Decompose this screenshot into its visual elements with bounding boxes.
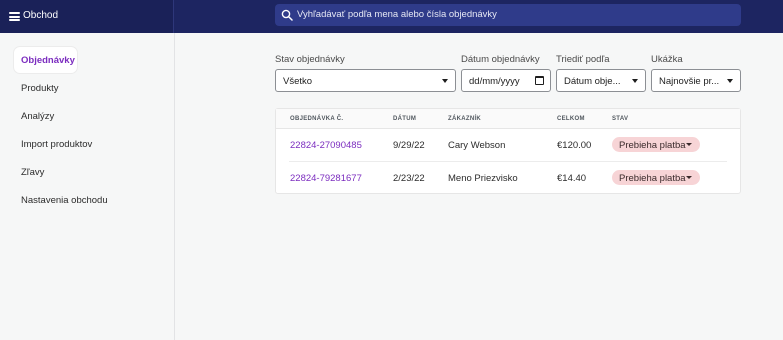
status-badge-label: Prebieha platba [619, 172, 686, 184]
sidebar-item-product-import[interactable]: Import produktov [21, 139, 92, 150]
status-filter-select[interactable]: Všetko [275, 69, 456, 92]
status-badge[interactable]: Prebieha platba [612, 137, 700, 152]
main-content: Stav objednávky Všetko Dátum objednávky … [175, 33, 783, 340]
order-number-link[interactable]: 22824-79281677 [290, 173, 362, 184]
chevron-down-icon [442, 79, 448, 83]
table-row[interactable]: 22824-79281677 2/23/22 Meno Priezvisko €… [289, 162, 727, 195]
order-customer: Cary Webson [448, 140, 506, 151]
search-placeholder: Vyhľadávať podľa mena alebo čísla objedn… [297, 9, 497, 20]
order-total: €14.40 [557, 173, 587, 184]
order-date: 2/23/22 [393, 173, 425, 184]
status-badge-label: Prebieha platba [619, 139, 686, 151]
chevron-down-icon [686, 176, 692, 179]
order-date: 9/29/22 [393, 140, 425, 151]
hamburger-menu-icon[interactable] [9, 12, 20, 21]
order-customer: Meno Priezvisko [448, 173, 518, 184]
sort-value: Dátum obje... [564, 76, 621, 87]
chevron-down-icon [727, 79, 733, 83]
orders-table: OBJEDNÁVKA Č. DÁTUM ZÁKAZNÍK CELKOM STAV… [275, 108, 741, 194]
order-number-link[interactable]: 22824-27090485 [290, 140, 362, 151]
sidebar-item-orders[interactable]: Objednávky [21, 55, 75, 66]
column-header-date[interactable]: DÁTUM [393, 116, 416, 122]
calendar-icon[interactable] [535, 76, 544, 85]
sort-filter-label: Triediť podľa [556, 54, 610, 65]
status-badge[interactable]: Prebieha platba [612, 170, 700, 185]
order-total: €120.00 [557, 140, 592, 151]
search-icon [281, 9, 293, 21]
preview-filter-label: Ukážka [651, 54, 683, 65]
search-input[interactable]: Vyhľadávať podľa mena alebo čísla objedn… [275, 4, 741, 26]
sidebar-item-store-settings[interactable]: Nastavenia obchodu [21, 195, 108, 206]
preview-value: Najnovšie pr... [659, 76, 720, 87]
table-header: OBJEDNÁVKA Č. DÁTUM ZÁKAZNÍK CELKOM STAV [276, 109, 740, 129]
date-filter-label: Dátum objednávky [461, 54, 540, 65]
status-filter-label: Stav objednávky [275, 54, 345, 65]
preview-select[interactable]: Najnovšie pr... [651, 69, 741, 92]
store-title: Obchod [23, 10, 59, 21]
sidebar-item-discounts[interactable]: Zľavy [21, 167, 44, 178]
date-filter-input[interactable]: dd/mm/yyyy [461, 69, 551, 92]
column-header-status[interactable]: STAV [612, 116, 628, 122]
date-filter-value: dd/mm/yyyy [469, 76, 520, 87]
column-header-total[interactable]: CELKOM [557, 116, 585, 122]
column-header-order-no[interactable]: OBJEDNÁVKA Č. [290, 116, 343, 122]
store-header: Obchod [0, 0, 174, 33]
table-row[interactable]: 22824-27090485 9/29/22 Cary Webson €120.… [289, 129, 727, 162]
sidebar: Objednávky Produkty Analýzy Import produ… [0, 33, 175, 340]
column-header-customer[interactable]: ZÁKAZNÍK [448, 116, 481, 122]
chevron-down-icon [632, 79, 638, 83]
top-bar: Obchod Vyhľadávať podľa mena alebo čísla… [0, 0, 783, 33]
chevron-down-icon [686, 143, 692, 146]
sort-select[interactable]: Dátum obje... [556, 69, 646, 92]
sidebar-item-products[interactable]: Produkty [21, 83, 59, 94]
status-filter-value: Všetko [283, 76, 313, 87]
sidebar-item-analytics[interactable]: Analýzy [21, 111, 54, 122]
